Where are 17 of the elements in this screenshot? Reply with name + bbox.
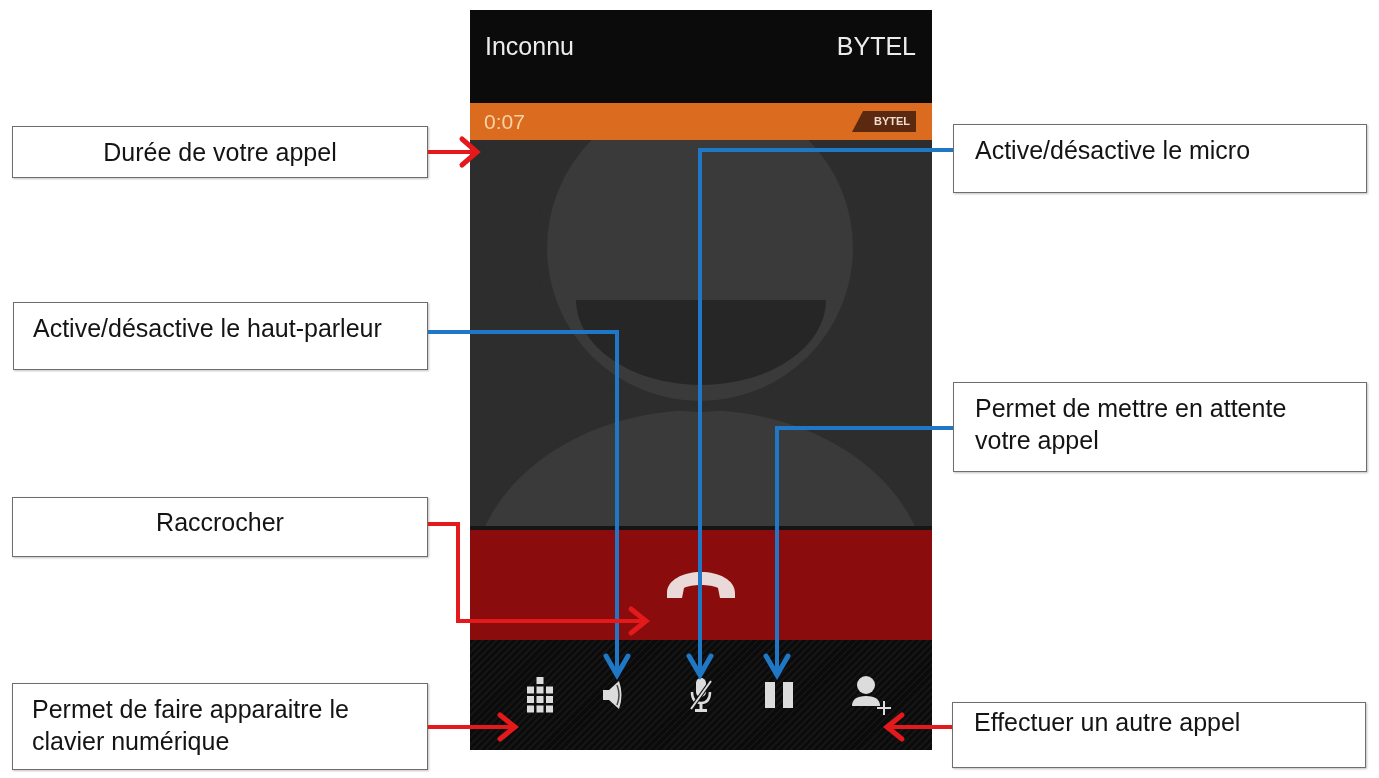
speaker-icon: [602, 680, 623, 710]
carrier-name: BYTEL: [836, 34, 916, 59]
caller-name: Inconnu: [485, 34, 574, 59]
callout-label: Effectuer un autre appel: [952, 702, 1366, 768]
call-timer: 0:07: [484, 111, 525, 132]
callout-label: Raccrocher: [12, 497, 428, 557]
hangup-icon: [665, 570, 737, 600]
callout-label: Durée de votre appel: [12, 126, 428, 178]
callout-label: Active/désactive le haut-parleur: [13, 302, 428, 370]
callout-label: Active/désactive le micro: [953, 124, 1367, 193]
microphone-off-icon: [689, 678, 713, 712]
dialpad-icon: [527, 677, 554, 713]
pause-icon: [765, 682, 794, 708]
add-person-icon: [851, 675, 892, 715]
callout-label: Permet de faire apparaitre le clavier numérique: [12, 683, 428, 770]
carrier-badge: BYTEL: [852, 111, 916, 132]
callout-label: Permet de mettre en attente votre appel: [953, 382, 1367, 472]
